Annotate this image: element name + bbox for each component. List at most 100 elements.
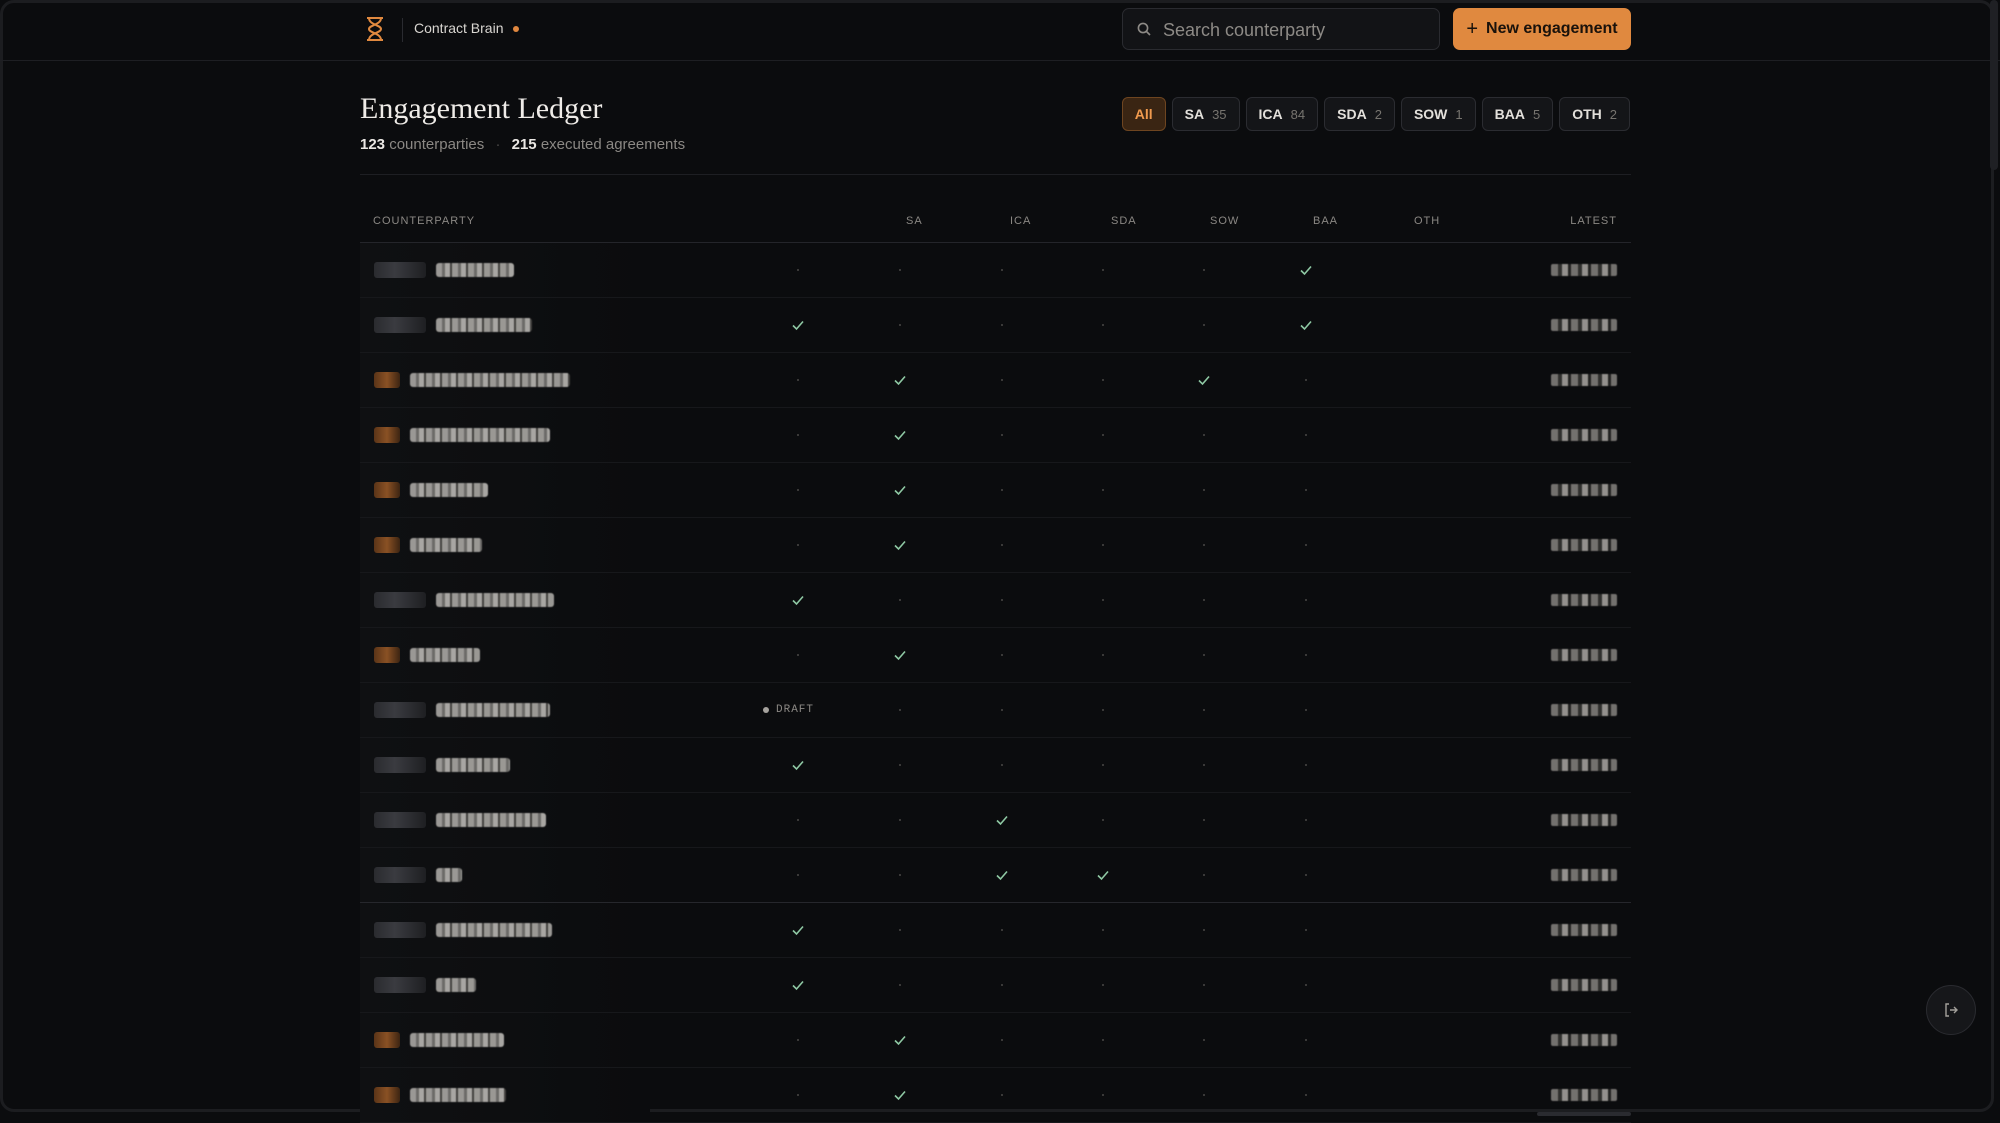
counterparty-logo: [374, 372, 400, 388]
table-row[interactable]: [360, 573, 1631, 628]
header-latest[interactable]: LATEST: [1570, 215, 1617, 227]
counterparty-logo: [374, 1032, 400, 1048]
filter-label: OTH: [1572, 106, 1602, 122]
table-row[interactable]: [360, 463, 1631, 518]
cell-sda: [972, 408, 1032, 462]
counterparty-cell[interactable]: [374, 700, 550, 720]
table-row[interactable]: [360, 903, 1631, 958]
search-input[interactable]: [1161, 9, 1435, 51]
check-icon: [1097, 870, 1109, 881]
empty-marker: [899, 709, 901, 711]
counterparty-logo: [374, 812, 426, 828]
table-row[interactable]: [360, 738, 1631, 793]
horizontal-scrollbar[interactable]: [1537, 1112, 1631, 1116]
counterparty-cell[interactable]: [374, 1085, 506, 1105]
filter-all[interactable]: All: [1121, 97, 1166, 131]
header-baa[interactable]: BAA: [1313, 215, 1338, 227]
check-icon: [1300, 265, 1312, 276]
latest-date-redacted: [1551, 759, 1617, 771]
engagement-table: COUNTERPARTY SA ICA SDA SOW BAA OTH LATE…: [360, 202, 1631, 1123]
counterparty-cell[interactable]: [374, 645, 480, 665]
empty-marker: [1102, 1094, 1104, 1096]
empty-marker: [1001, 1094, 1003, 1096]
header-oth[interactable]: OTH: [1414, 215, 1440, 227]
counterparty-name-redacted: [410, 428, 550, 442]
hourglass-icon[interactable]: [364, 16, 386, 42]
empty-marker: [797, 379, 799, 381]
cell-sow: [1073, 683, 1133, 737]
counterparty-cell[interactable]: [374, 865, 462, 885]
plus-icon: +: [1466, 18, 1479, 40]
counterparty-cell[interactable]: [374, 425, 550, 445]
latest-date-redacted: [1551, 594, 1617, 606]
counterparty-cell[interactable]: [374, 755, 510, 775]
header-sda[interactable]: SDA: [1111, 215, 1137, 227]
table-row[interactable]: [360, 1013, 1631, 1068]
table-row[interactable]: [360, 518, 1631, 573]
empty-marker: [1102, 489, 1104, 491]
vertical-scrollbar[interactable]: [1990, 0, 1998, 170]
table-row[interactable]: [360, 958, 1631, 1013]
header-ica[interactable]: ICA: [1010, 215, 1031, 227]
filter-label: All: [1134, 106, 1153, 122]
counterparty-cell[interactable]: [374, 1030, 504, 1050]
header-sa[interactable]: SA: [906, 215, 923, 227]
agreement-type-filters: All SA 35 ICA 84 SDA 2 SOW 1 BAA 5 OTH 2: [1121, 97, 1630, 131]
table-row[interactable]: DRAFT: [360, 683, 1631, 738]
header-counterparty[interactable]: COUNTERPARTY: [373, 215, 475, 227]
filter-count: 2: [1609, 106, 1617, 122]
cell-ica: [870, 518, 930, 572]
status-dot: [513, 26, 519, 32]
empty-marker: [1001, 709, 1003, 711]
table-row[interactable]: [360, 628, 1631, 683]
table-row[interactable]: [360, 298, 1631, 353]
counterparty-cell[interactable]: [374, 590, 554, 610]
cell-sow: [1073, 903, 1133, 957]
counterparty-cell[interactable]: [374, 920, 552, 940]
cell-sa: [768, 463, 828, 517]
counterparty-cell[interactable]: [374, 975, 476, 995]
counterparty-cell[interactable]: [374, 810, 546, 830]
filter-ica[interactable]: ICA 84: [1245, 97, 1319, 131]
filter-oth[interactable]: OTH 2: [1559, 97, 1630, 131]
empty-marker: [1102, 379, 1104, 381]
cell-sow: [1073, 518, 1133, 572]
new-engagement-button[interactable]: + New engagement: [1453, 8, 1631, 50]
counterparty-cell[interactable]: [374, 315, 532, 335]
empty-marker: [1203, 819, 1205, 821]
counterparty-cell[interactable]: [374, 370, 570, 390]
cell-sda: [972, 958, 1032, 1012]
cell-sow: [1073, 573, 1133, 627]
empty-marker: [1305, 819, 1307, 821]
exit-button[interactable]: [1926, 985, 1976, 1035]
cell-sda: [972, 903, 1032, 957]
search-icon: [1137, 22, 1151, 36]
empty-marker: [797, 1094, 799, 1096]
header-sow[interactable]: SOW: [1210, 215, 1239, 227]
filter-sow[interactable]: SOW 1: [1400, 97, 1476, 131]
cell-ica: [870, 1068, 930, 1122]
empty-marker: [1001, 599, 1003, 601]
filter-baa[interactable]: BAA 5: [1481, 97, 1554, 131]
filter-sda[interactable]: SDA 2: [1324, 97, 1395, 131]
cell-sa: [768, 573, 828, 627]
table-row[interactable]: [360, 353, 1631, 408]
table-row[interactable]: [360, 408, 1631, 463]
check-icon: [894, 485, 906, 496]
check-icon: [792, 320, 804, 331]
counterparty-cell[interactable]: [374, 480, 488, 500]
counterparty-cell[interactable]: [374, 260, 514, 280]
search-box[interactable]: [1122, 8, 1440, 51]
empty-marker: [797, 489, 799, 491]
table-row[interactable]: [360, 848, 1631, 903]
filter-sa[interactable]: SA 35: [1171, 97, 1240, 131]
latest-date-redacted: [1551, 429, 1617, 441]
table-row[interactable]: [360, 793, 1631, 848]
counterparty-logo: [374, 537, 400, 553]
counterparty-cell[interactable]: [374, 535, 482, 555]
cell-ica: [870, 408, 930, 462]
empty-marker: [1305, 929, 1307, 931]
table-row[interactable]: [360, 1068, 1631, 1123]
empty-marker: [899, 874, 901, 876]
table-row[interactable]: [360, 243, 1631, 298]
